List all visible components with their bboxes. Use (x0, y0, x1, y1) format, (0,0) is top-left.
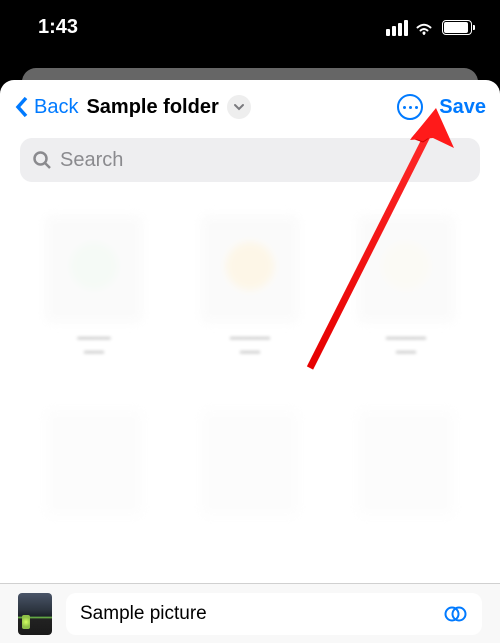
nav-bar: Back Sample folder Save (0, 80, 500, 134)
folder-item[interactable] (184, 408, 316, 568)
status-bar: 1:43 (0, 0, 500, 55)
wifi-icon (414, 20, 434, 36)
folder-item[interactable]: ━━━━━━━━━ (340, 214, 472, 374)
back-button[interactable]: Back (14, 96, 78, 119)
chevron-down-icon (227, 95, 251, 119)
file-name-text: Sample picture (80, 603, 207, 625)
file-name-input[interactable]: Sample picture (66, 593, 482, 635)
folder-title-button[interactable]: Sample folder (86, 95, 250, 119)
status-indicators (386, 20, 472, 36)
battery-icon (442, 20, 472, 35)
tags-icon[interactable] (444, 606, 468, 622)
status-time: 1:43 (38, 16, 78, 39)
chevron-left-icon (14, 96, 30, 118)
folder-item[interactable] (340, 408, 472, 568)
file-bar: Sample picture (0, 583, 500, 643)
folder-grid: ━━━━━━━━ ━━━━━━━━━ ━━━━━━━━━ (0, 194, 500, 583)
save-button[interactable]: Save (439, 96, 486, 119)
save-sheet: Back Sample folder Save Search ━━━━━ (0, 80, 500, 643)
folder-item[interactable] (28, 408, 160, 568)
file-thumbnail[interactable] (18, 593, 52, 635)
search-icon (32, 150, 52, 170)
folder-item[interactable]: ━━━━━━━━ (28, 214, 160, 374)
search-placeholder: Search (60, 149, 123, 172)
folder-title: Sample folder (86, 96, 218, 119)
back-label: Back (34, 96, 78, 119)
more-options-button[interactable] (397, 94, 423, 120)
search-container: Search (0, 134, 500, 194)
folder-item[interactable]: ━━━━━━━━━ (184, 214, 316, 374)
cellular-signal-icon (386, 20, 408, 36)
search-input[interactable]: Search (20, 138, 480, 182)
